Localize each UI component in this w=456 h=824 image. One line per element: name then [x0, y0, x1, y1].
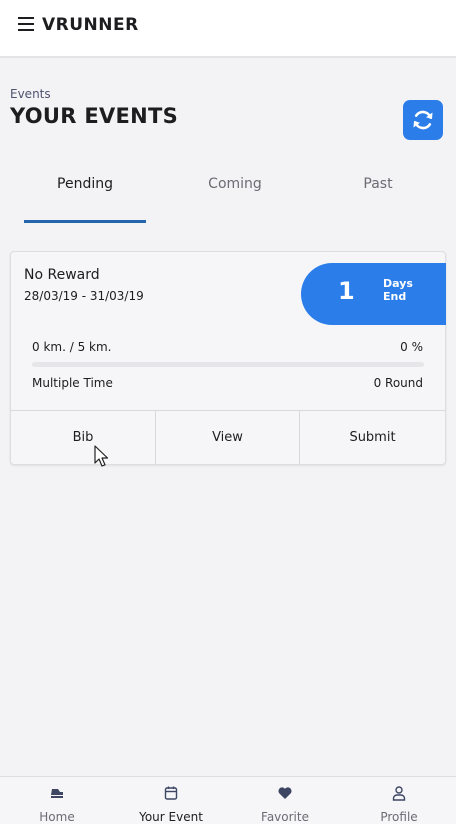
refresh-button[interactable]: [403, 100, 443, 140]
days-remaining-number: 1: [338, 277, 355, 305]
user-icon: [392, 786, 406, 801]
days-remaining-badge: 1 Days End: [301, 263, 446, 325]
event-dates: 28/03/19 - 31/03/19: [24, 289, 144, 303]
event-tabs: Pending Coming Past: [0, 168, 456, 228]
tab-coming[interactable]: Coming: [160, 176, 310, 192]
nav-favorite-label: Favorite: [261, 810, 309, 824]
section-label: Events: [10, 87, 51, 101]
nav-profile[interactable]: Profile: [342, 777, 456, 824]
mouse-pointer-icon: [94, 445, 109, 467]
days-label-line1: Days: [383, 277, 413, 290]
refresh-icon: [413, 110, 433, 130]
nav-your-event-label: Your Event: [139, 810, 203, 824]
hamburger-menu-icon[interactable]: [18, 17, 34, 31]
submit-button[interactable]: Submit: [300, 411, 445, 464]
active-tab-indicator: [24, 220, 146, 223]
tab-past[interactable]: Past: [303, 176, 453, 192]
page-title: YOUR EVENTS: [10, 104, 179, 128]
tab-pending[interactable]: Pending: [10, 176, 160, 192]
days-label-line2: End: [383, 290, 407, 303]
nav-favorite[interactable]: Favorite: [228, 777, 342, 824]
percent-complete: 0 %: [400, 340, 423, 354]
nav-home[interactable]: Home: [0, 777, 114, 824]
days-remaining-label: Days End: [383, 277, 413, 303]
distance-progress-text: 0 km. / 5 km.: [32, 340, 112, 354]
app-title: VRUNNER: [42, 15, 139, 35]
nav-home-label: Home: [39, 810, 75, 824]
bib-button[interactable]: Bib: [11, 411, 156, 464]
nav-profile-label: Profile: [380, 810, 418, 824]
home-shoe-icon: [51, 789, 63, 798]
progress-bar: [32, 362, 424, 367]
heart-icon: [278, 787, 292, 799]
event-mode: Multiple Time: [32, 376, 113, 390]
view-button[interactable]: View: [156, 411, 300, 464]
event-card: No Reward 28/03/19 - 31/03/19 1 Days End…: [10, 251, 446, 465]
round-count: 0 Round: [373, 376, 423, 390]
bottom-navigation: Home Your Event Favorite Profile: [0, 776, 456, 824]
event-name: No Reward: [24, 267, 100, 283]
app-screen: VRUNNER Events YOUR EVENTS Pending Comin…: [0, 0, 456, 824]
app-bar: VRUNNER: [0, 0, 456, 58]
nav-your-event[interactable]: Your Event: [114, 777, 228, 824]
calendar-icon: [164, 786, 178, 800]
